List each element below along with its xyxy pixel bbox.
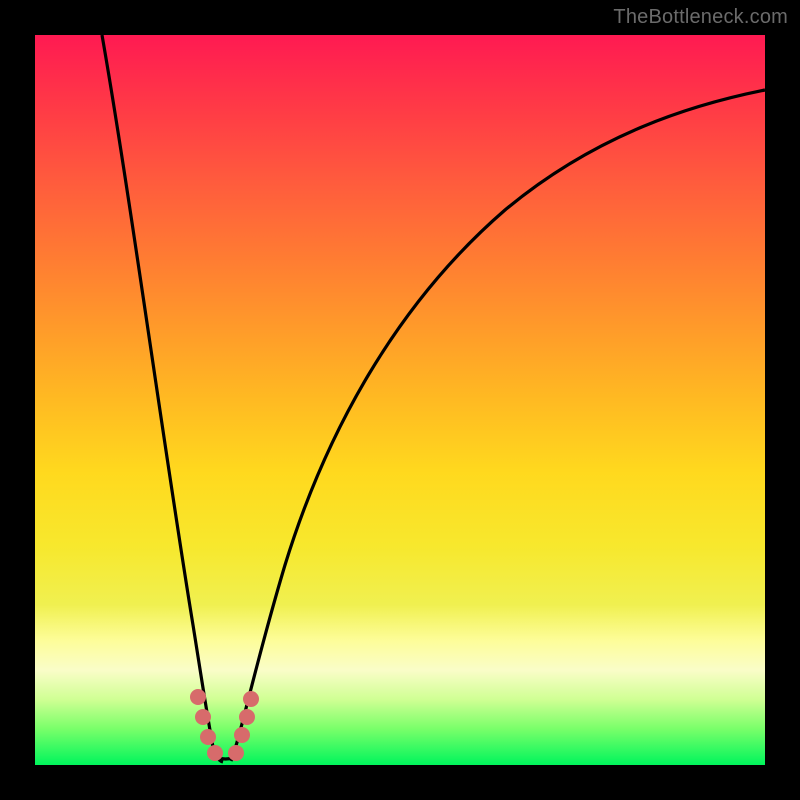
marker-dot — [195, 709, 211, 725]
curve-left — [102, 35, 223, 762]
watermark-text: TheBottleneck.com — [613, 6, 788, 29]
curve-right — [231, 90, 765, 761]
plot-area — [35, 35, 765, 765]
outer-frame: TheBottleneck.com — [0, 0, 800, 800]
marker-dot — [207, 745, 223, 761]
marker-dot — [228, 745, 244, 761]
marker-dot — [234, 727, 250, 743]
marker-dot — [243, 691, 259, 707]
chart-svg — [35, 35, 765, 765]
marker-dot — [190, 689, 206, 705]
marker-dot — [200, 729, 216, 745]
marker-group — [190, 689, 259, 761]
marker-dot — [239, 709, 255, 725]
